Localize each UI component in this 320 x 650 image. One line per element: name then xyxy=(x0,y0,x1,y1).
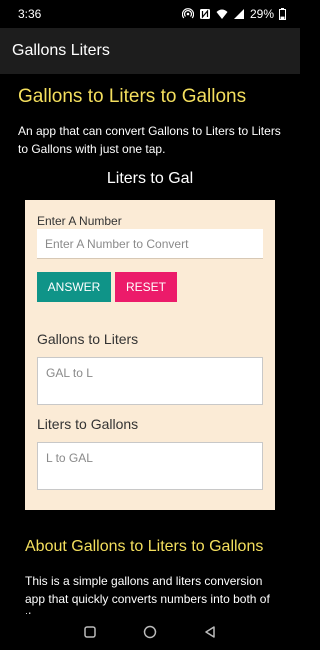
gallons-to-liters-output[interactable] xyxy=(37,357,263,405)
reset-button[interactable]: RESET xyxy=(115,272,177,302)
intro-text: An app that can convert Gallons to Liter… xyxy=(18,124,281,156)
back-button[interactable] xyxy=(202,624,218,640)
converter-card: Enter A Number ANSWER RESET Gallons to L… xyxy=(25,200,275,510)
app-bar: Gallons Liters xyxy=(0,28,300,74)
about-title: About Gallons to Liters to Gallons xyxy=(25,538,264,555)
nfc-icon xyxy=(199,9,210,19)
back-icon xyxy=(205,626,215,638)
recents-button[interactable] xyxy=(82,624,98,640)
liters-to-gallons-output[interactable] xyxy=(37,442,263,490)
converter-section-title: Liters to Gal xyxy=(106,170,194,187)
liters-to-gallons-label: Liters to Gallons xyxy=(37,416,139,432)
number-input-label: Enter A Number xyxy=(37,214,122,228)
home-icon xyxy=(143,625,157,639)
navigation-bar xyxy=(0,614,300,650)
home-button[interactable] xyxy=(142,624,158,640)
scroll-content[interactable]: Gallons to Liters to Gallons An app that… xyxy=(0,74,300,614)
gallons-to-liters-label: Gallons to Liters xyxy=(37,331,139,347)
status-icons: 29% xyxy=(181,7,286,21)
wifi-icon xyxy=(216,9,228,19)
battery-icon xyxy=(279,8,286,20)
about-text: This is a simple gallons and liters conv… xyxy=(25,574,270,614)
app-bar-title: Gallons Liters xyxy=(12,42,110,59)
status-bar: 3:36 29% xyxy=(0,0,300,28)
recents-icon xyxy=(84,626,96,638)
signal-icon xyxy=(233,9,244,19)
battery-percent: 29% xyxy=(249,7,274,21)
status-time: 3:36 xyxy=(18,7,42,21)
number-input[interactable] xyxy=(37,229,263,259)
page-title: Gallons to Liters to Gallons xyxy=(18,86,247,107)
hotspot-icon xyxy=(181,8,194,19)
answer-button[interactable]: ANSWER xyxy=(37,272,111,302)
